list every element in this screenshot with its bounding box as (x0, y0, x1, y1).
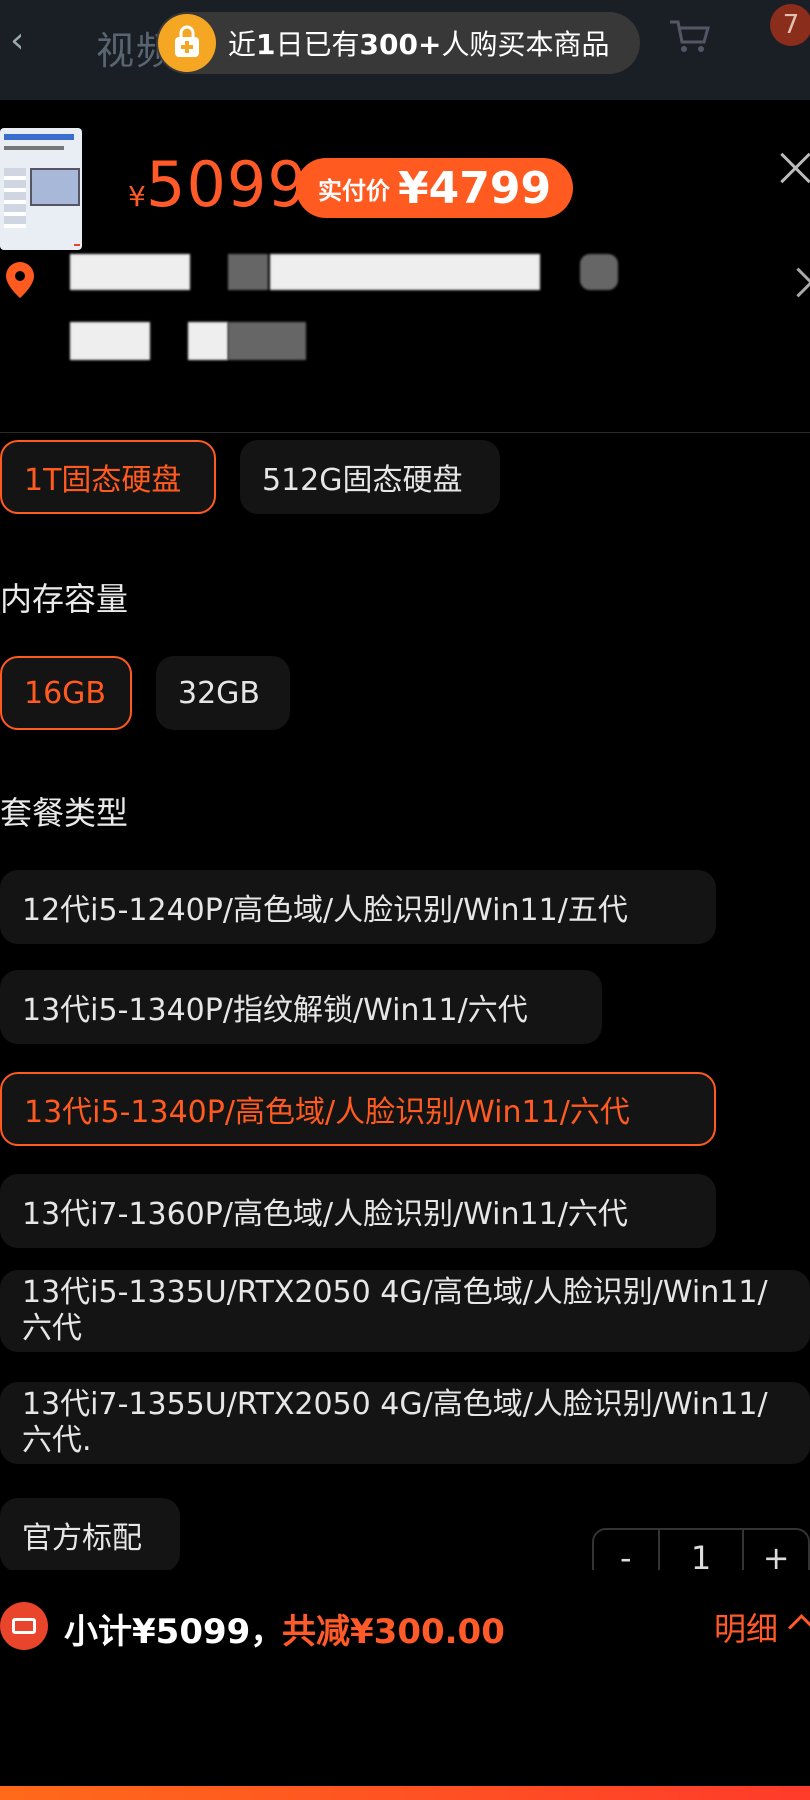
buy-button[interactable] (0, 1786, 810, 1800)
option-storage-1t[interactable]: 1T固态硬盘 (0, 440, 216, 514)
option-package-5[interactable]: 13代i5-1335U/RTX2050 4G/高色域/人脸识别/Win11/六代 (0, 1270, 810, 1352)
option-package-3[interactable]: 13代i5-1340P/高色域/人脸识别/Win11/六代 (0, 1072, 716, 1146)
cart-icon[interactable] (668, 18, 712, 54)
chevron-up-icon[interactable] (788, 1614, 810, 1641)
price-value: 5099 (146, 148, 308, 221)
option-storage-512g[interactable]: 512G固态硬盘 (240, 440, 500, 514)
coupon-icon (0, 1602, 48, 1650)
option-package-1[interactable]: 12代i5-1240P/高色域/人脸识别/Win11/五代 (0, 870, 716, 944)
back-arrow-icon[interactable]: ‹ (10, 20, 24, 61)
option-package-6[interactable]: 13代i7-1355U/RTX2050 4G/高色域/人脸识别/Win11/六代… (0, 1382, 810, 1464)
product-thumbnail[interactable] (0, 128, 82, 250)
shopping-bag-icon (158, 14, 216, 72)
toast-message: 近1日已有300+人购买本商品 (228, 28, 610, 61)
price-summary-bar: 小计¥5099， 共减¥300.00 明细 (0, 1570, 810, 1700)
option-package-2[interactable]: 13代i5-1340P/指纹解锁/Win11/六代 (0, 970, 602, 1044)
actual-pay-label: 实付价 (318, 176, 390, 205)
detail-link[interactable]: 明细 (714, 1604, 778, 1650)
actual-pay-badge: 实付价 ¥4799 (296, 158, 574, 218)
option-memory-32gb[interactable]: 32GB (156, 656, 290, 730)
close-icon[interactable] (776, 148, 810, 188)
price-currency: ¥ (128, 180, 146, 213)
purchase-toast: 近1日已有300+人购买本商品 (156, 12, 640, 74)
actual-pay-value: ¥4799 (398, 162, 552, 214)
option-package-4[interactable]: 13代i7-1360P/高色域/人脸识别/Win11/六代 (0, 1174, 716, 1248)
divider (0, 432, 810, 433)
option-package-standard[interactable]: 官方标配 (0, 1498, 180, 1572)
reduction-text: 共减¥300.00 (282, 1612, 505, 1652)
thumbnail-price-tag (74, 244, 80, 246)
package-title: 套餐类型 (0, 794, 129, 832)
location-pin-icon (6, 262, 34, 298)
subtotal-text: 小计¥5099， (64, 1612, 285, 1652)
address-chevron-icon[interactable] (783, 267, 810, 298)
memory-title: 内存容量 (0, 580, 129, 618)
cart-count-badge: 7 (770, 4, 810, 46)
option-memory-16gb[interactable]: 16GB (0, 656, 132, 730)
